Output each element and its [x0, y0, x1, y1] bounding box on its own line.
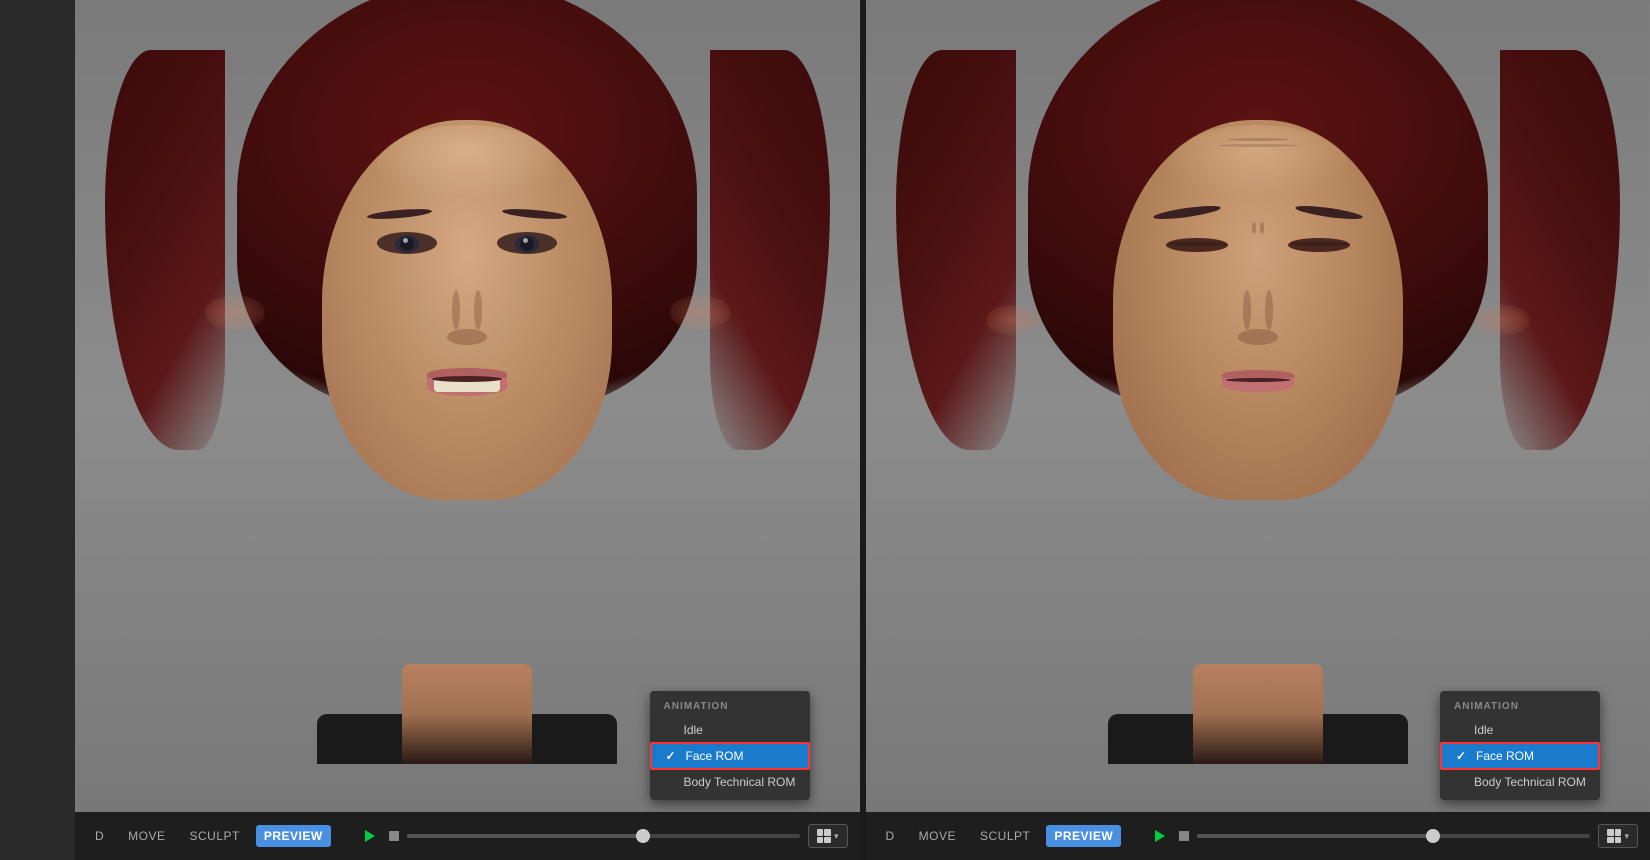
animation-panel-right: ANIMATION Idle ✓ Face ROM Body Technical… — [1440, 691, 1600, 800]
body-rom-check-left — [664, 775, 678, 789]
toolbar-sculpt-left[interactable]: SCULPT — [182, 825, 248, 847]
viewport-left: ANIMATION Idle ✓ Face ROM Body Technical… — [75, 0, 860, 860]
toolbar-d-left[interactable]: D — [87, 825, 112, 847]
timeline-right[interactable] — [1197, 834, 1590, 838]
timeline-knob-left[interactable] — [636, 829, 650, 843]
toolbar-preview-right[interactable]: PREVIEW — [1046, 825, 1121, 847]
timeline-left[interactable] — [407, 834, 800, 838]
toolbar-move-right[interactable]: MOVE — [911, 825, 964, 847]
animation-body-rom-left[interactable]: Body Technical ROM — [650, 770, 810, 794]
play-icon-left — [365, 830, 375, 842]
timeline-progress-left — [407, 834, 643, 838]
toolbar-d-right[interactable]: D — [878, 825, 903, 847]
animation-face-rom-right[interactable]: ✓ Face ROM — [1440, 742, 1600, 770]
timeline-knob-right[interactable] — [1426, 829, 1440, 843]
viewport-right: ANIMATION Idle ✓ Face ROM Body Technical… — [866, 0, 1650, 860]
play-button-left[interactable] — [359, 825, 381, 847]
body-rom-check-right — [1454, 775, 1468, 789]
view-button-right[interactable]: ▾ — [1598, 824, 1638, 848]
grid-icon-right — [1607, 829, 1621, 843]
view-button-left[interactable]: ▾ — [808, 824, 848, 848]
timeline-progress-right — [1197, 834, 1433, 838]
face-rom-check-right: ✓ — [1456, 749, 1470, 763]
idle-check-right — [1454, 723, 1468, 737]
animation-body-rom-right[interactable]: Body Technical ROM — [1440, 770, 1600, 794]
chevron-down-left: ▾ — [834, 831, 839, 842]
face-rom-check-left: ✓ — [666, 749, 680, 763]
animation-panel-left: ANIMATION Idle ✓ Face ROM Body Technical… — [650, 691, 810, 800]
stop-button-right[interactable] — [1179, 831, 1189, 841]
play-icon-right — [1155, 830, 1165, 842]
animation-face-rom-left[interactable]: ✓ Face ROM — [650, 742, 810, 770]
side-panel — [0, 0, 75, 860]
chevron-down-right: ▾ — [1624, 831, 1629, 842]
play-button-right[interactable] — [1149, 825, 1171, 847]
toolbar-sculpt-right[interactable]: SCULPT — [972, 825, 1038, 847]
animation-panel-header-left: ANIMATION — [650, 697, 810, 718]
toolbar-left: D MOVE SCULPT PREVIEW — [75, 812, 860, 860]
grid-icon-left — [817, 829, 831, 843]
animation-idle-left[interactable]: Idle — [650, 718, 810, 742]
idle-check-left — [664, 723, 678, 737]
toolbar-right: D MOVE SCULPT PREVIEW — [866, 812, 1650, 860]
toolbar-move-left[interactable]: MOVE — [120, 825, 173, 847]
stop-button-left[interactable] — [389, 831, 399, 841]
animation-panel-header-right: ANIMATION — [1440, 697, 1600, 718]
toolbar-preview-left[interactable]: PREVIEW — [256, 825, 331, 847]
animation-idle-right[interactable]: Idle — [1440, 718, 1600, 742]
viewport-container: ANIMATION Idle ✓ Face ROM Body Technical… — [75, 0, 1650, 860]
